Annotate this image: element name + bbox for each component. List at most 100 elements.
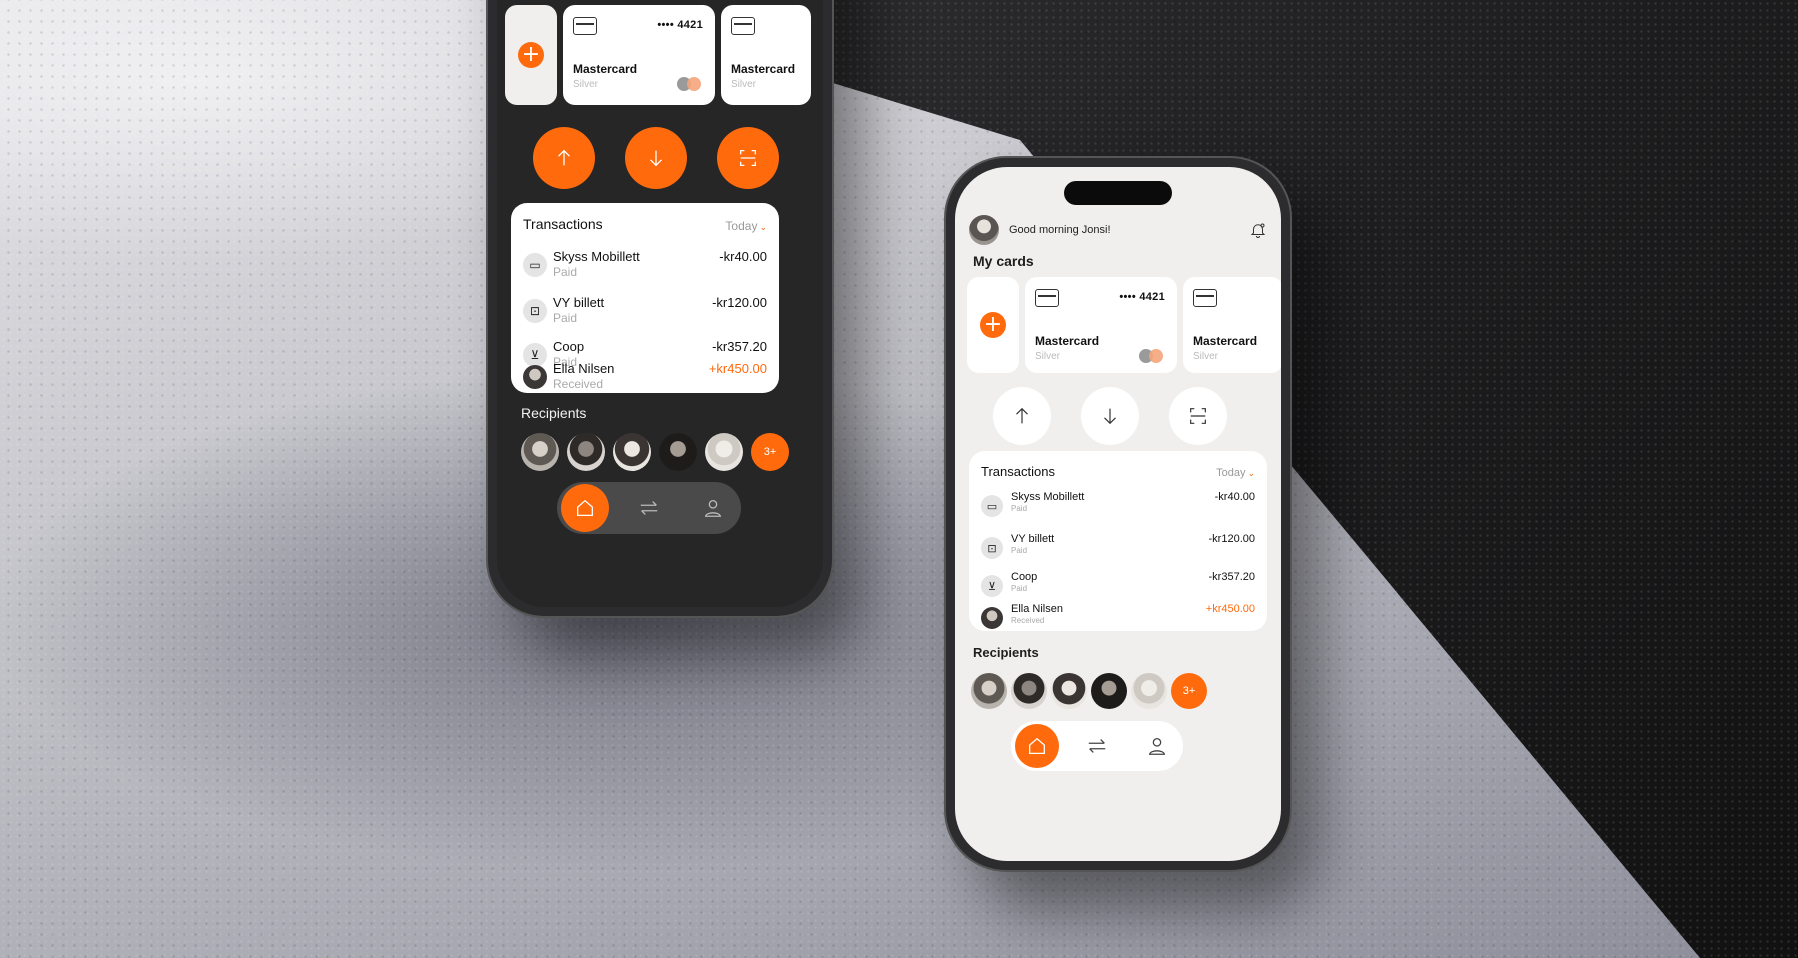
bell-icon[interactable] (1249, 221, 1267, 239)
home-icon (1029, 737, 1045, 754)
transaction-row[interactable]: ⊻ Coop Paid -kr357.20 (981, 571, 1255, 605)
nav-transfer[interactable] (625, 484, 673, 532)
card-mastercard-4421[interactable]: •••• 4421 Mastercard Silver (563, 5, 715, 105)
home-icon (577, 499, 593, 516)
card-tier: Silver (1035, 351, 1061, 362)
transaction-amount: -kr357.20 (1208, 571, 1255, 583)
card-number: •••• 4421 (1119, 291, 1165, 303)
transactions-title: Transactions (523, 216, 603, 232)
transaction-name: Ella Nilsen (553, 361, 615, 376)
add-card-button[interactable]: + (967, 277, 1019, 373)
recipient-avatar[interactable] (567, 433, 605, 471)
filter-label: Today (725, 219, 758, 233)
cards-row: + •••• 4421 Mastercard Silver Mastercard… (967, 277, 1281, 373)
transaction-row[interactable]: ⊡ VY billett Paid -kr120.00 (981, 533, 1255, 567)
transactions-filter-dropdown[interactable]: Today ⌄ (1216, 467, 1255, 479)
transaction-amount: +kr450.00 (708, 361, 767, 376)
transaction-row[interactable]: Ella Nilsen Received +kr450.00 (981, 603, 1255, 637)
quick-actions (993, 387, 1227, 445)
bottom-nav (557, 482, 741, 534)
receive-button[interactable] (1081, 387, 1139, 445)
card-name: Mastercard (1193, 334, 1258, 348)
my-cards-title: My cards (973, 253, 1034, 269)
card-name: Mastercard (573, 62, 638, 76)
surface-texture (0, 0, 1798, 958)
card-icon (1035, 289, 1059, 307)
transaction-row[interactable]: Ella Nilsen Received +kr450.00 (523, 361, 767, 395)
nav-profile[interactable] (689, 484, 737, 532)
transaction-row[interactable]: ▭ Skyss Mobillett Paid -kr40.00 (523, 249, 767, 283)
recipient-avatar[interactable] (521, 433, 559, 471)
card-icon (573, 17, 597, 35)
mastercard-logo-icon (677, 77, 703, 91)
send-button[interactable] (533, 127, 595, 189)
dark-phone-screen: + •••• 4421 Mastercard Silver Mastercard… (497, 0, 823, 607)
chevron-down-icon: ⌄ (1247, 468, 1255, 478)
transaction-name: Skyss Mobillett (1011, 491, 1085, 503)
greeting: Good morning Jonsi! (1009, 224, 1111, 236)
nav-transfer[interactable] (1075, 724, 1119, 768)
plus-icon: + (518, 42, 544, 68)
transaction-name: VY billett (553, 295, 605, 310)
chevron-down-icon: ⌄ (759, 222, 767, 232)
transaction-status: Paid (1011, 504, 1028, 513)
transactions-filter-dropdown[interactable]: Today ⌄ (725, 219, 767, 233)
scan-button[interactable] (717, 127, 779, 189)
transaction-amount: -kr40.00 (1214, 491, 1255, 503)
user-avatar[interactable] (969, 215, 999, 245)
plus-icon: + (980, 312, 1006, 338)
recipient-avatar[interactable] (705, 433, 743, 471)
transaction-row[interactable]: ▭ Skyss Mobillett Paid -kr40.00 (981, 491, 1255, 525)
more-recipients-button[interactable]: 3+ (1171, 673, 1207, 709)
card-mastercard-2[interactable]: Mastercard Silver (1183, 277, 1281, 373)
nav-home[interactable] (1015, 724, 1059, 768)
transfer-icon (1088, 739, 1106, 753)
transaction-amount: -kr120.00 (712, 295, 767, 310)
send-button[interactable] (993, 387, 1051, 445)
scan-button[interactable] (1169, 387, 1227, 445)
transaction-amount: -kr40.00 (719, 249, 767, 264)
app-header: Good morning Jonsi! (969, 215, 1267, 245)
recipient-avatar[interactable] (1011, 673, 1047, 709)
transaction-name: Skyss Mobillett (553, 249, 640, 264)
transaction-row[interactable]: ⊡ VY billett Paid -kr120.00 (523, 295, 767, 329)
filter-label: Today (1216, 467, 1246, 479)
recipient-avatar[interactable] (1131, 673, 1167, 709)
more-recipients-button[interactable]: 3+ (751, 433, 789, 471)
recipient-avatar[interactable] (659, 433, 697, 471)
card-icon (1193, 289, 1217, 307)
transactions-panel: Transactions Today ⌄ ▭ Skyss Mobillett Pa… (511, 203, 779, 393)
cards-row: + •••• 4421 Mastercard Silver Mastercard… (505, 5, 811, 105)
profile-icon (1148, 738, 1166, 755)
transaction-amount: -kr120.00 (1208, 533, 1255, 545)
recipient-avatar[interactable] (613, 433, 651, 471)
card-number: •••• 4421 (657, 19, 703, 31)
bus-icon: ▭ (981, 495, 1003, 517)
card-mastercard-2[interactable]: Mastercard Silver (721, 5, 811, 105)
train-icon: ⊡ (981, 537, 1003, 559)
scan-icon (740, 150, 756, 166)
scan-icon (1190, 408, 1206, 424)
person-avatar (981, 607, 1003, 629)
background-scene (0, 0, 1798, 958)
transaction-amount: +kr450.00 (1205, 603, 1255, 615)
transaction-status: Paid (553, 265, 578, 279)
card-mastercard-4421[interactable]: •••• 4421 Mastercard Silver (1025, 277, 1177, 373)
card-name: Mastercard (731, 62, 796, 76)
recipient-avatar[interactable] (971, 673, 1007, 709)
transaction-status: Paid (1011, 584, 1028, 593)
card-icon (731, 17, 755, 35)
receive-button[interactable] (625, 127, 687, 189)
recipient-avatar[interactable] (1091, 673, 1127, 709)
transaction-name: VY billett (1011, 533, 1055, 545)
mastercard-logo-icon (1139, 349, 1165, 363)
dynamic-island (1064, 181, 1172, 205)
nav-profile[interactable] (1135, 724, 1179, 768)
card-tier: Silver (1193, 351, 1219, 362)
transfer-icon (640, 501, 658, 515)
add-card-button[interactable]: + (505, 5, 557, 105)
transaction-status: Received (1011, 616, 1045, 625)
nav-home[interactable] (561, 484, 609, 532)
recipient-avatar[interactable] (1051, 673, 1087, 709)
train-icon: ⊡ (523, 299, 547, 323)
